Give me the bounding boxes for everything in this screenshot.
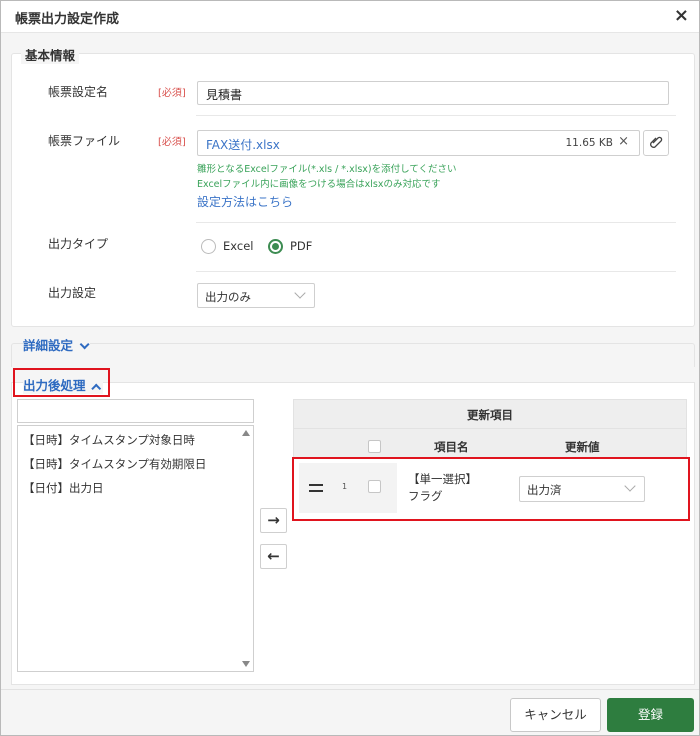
help-link[interactable]: 設定方法はこちら xyxy=(197,193,293,210)
required-badge: [必須] xyxy=(158,88,186,99)
detail-settings-panel xyxy=(11,343,695,367)
detail-settings-label: 詳細設定 xyxy=(23,338,74,353)
divider xyxy=(294,428,686,429)
highlight-box xyxy=(292,457,690,521)
scroll-down-icon[interactable] xyxy=(242,661,250,667)
cancel-button[interactable]: キャンセル xyxy=(510,698,601,732)
divider xyxy=(196,271,676,272)
output-type-label: 出力タイプ xyxy=(48,237,109,251)
chevron-up-icon xyxy=(90,383,101,394)
list-item[interactable]: 【日時】タイムスタンプ有効期限日 xyxy=(23,456,206,472)
arrow-right-icon: → xyxy=(267,511,280,529)
radio-pdf-label: PDF xyxy=(290,239,313,253)
list-item[interactable]: 【日時】タイムスタンプ対象日時 xyxy=(23,432,195,448)
arrow-left-icon: ← xyxy=(267,547,280,565)
divider xyxy=(1,689,699,690)
chevron-down-icon xyxy=(79,339,90,350)
update-items-table-header: 更新項目 項目名 更新値 xyxy=(293,399,687,459)
save-button[interactable]: 登録 xyxy=(607,698,694,732)
move-left-button[interactable]: ← xyxy=(260,544,287,569)
file-name-link[interactable]: FAX送付.xlsx xyxy=(206,136,280,153)
radio-pdf[interactable] xyxy=(268,239,283,254)
remove-file-icon[interactable]: × xyxy=(618,134,629,149)
close-icon[interactable]: × xyxy=(674,5,689,26)
divider xyxy=(196,115,676,116)
column-header-item: 項目名 xyxy=(434,440,469,454)
file-size: 11.65 KB xyxy=(565,137,614,149)
divider xyxy=(196,222,676,223)
select-all-checkbox[interactable] xyxy=(368,440,381,453)
required-badge: [必須] xyxy=(158,137,186,148)
move-right-button[interactable]: → xyxy=(260,508,287,533)
output-setting-value: 出力のみ xyxy=(205,290,251,304)
basic-info-heading: 基本情報 xyxy=(21,45,80,64)
output-setting-label: 出力設定 xyxy=(48,286,97,300)
list-item[interactable]: 【日付】出力日 xyxy=(23,480,104,496)
chevron-down-icon xyxy=(294,287,306,299)
attach-file-button[interactable] xyxy=(643,130,669,156)
update-items-title: 更新項目 xyxy=(467,408,513,422)
dialog-title: 帳票出力設定作成 xyxy=(15,12,120,27)
item-search-input[interactable] xyxy=(17,399,254,423)
report-file-label: 帳票ファイル xyxy=(48,134,121,148)
report-file-field[interactable]: FAX送付.xlsx 11.65 KB × xyxy=(197,130,640,156)
column-header-value: 更新値 xyxy=(565,440,600,454)
detail-settings-toggle[interactable]: 詳細設定 xyxy=(23,335,91,354)
output-setting-select[interactable]: 出力のみ xyxy=(197,283,315,308)
post-process-label: 出力後処理 xyxy=(23,378,86,393)
report-settings-dialog: 帳票出力設定作成 × 基本情報 帳票設定名 [必須] 見積書 帳票ファイル [必… xyxy=(0,0,700,736)
file-hint-2: Excelファイル内に画像をつける場合はxlsxのみ対応です xyxy=(197,179,441,190)
report-name-label: 帳票設定名 xyxy=(48,85,109,99)
radio-excel[interactable] xyxy=(201,239,216,254)
report-name-value: 見積書 xyxy=(206,88,243,102)
report-name-input[interactable]: 見積書 xyxy=(197,81,669,105)
available-items-list[interactable]: 【日時】タイムスタンプ対象日時 【日時】タイムスタンプ有効期限日 【日付】出力日 xyxy=(17,425,254,672)
dialog-titlebar: 帳票出力設定作成 × xyxy=(1,1,699,33)
radio-excel-label: Excel xyxy=(223,239,254,253)
file-hint-1: 雛形となるExcelファイル(*.xls / *.xlsx)を添付してください xyxy=(197,164,457,175)
post-process-toggle[interactable]: 出力後処理 xyxy=(23,375,103,394)
paperclip-icon xyxy=(650,136,663,148)
scroll-up-icon[interactable] xyxy=(242,430,250,436)
